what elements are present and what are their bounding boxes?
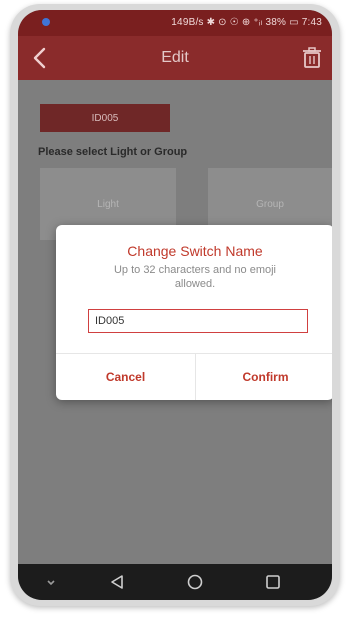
nav-recent-apps-icon[interactable] [264,573,282,591]
switch-name-input[interactable] [88,309,308,333]
notification-dot-icon [42,18,50,26]
switch-id-tab[interactable]: ID005 [40,104,170,132]
app-bar: Edit [18,36,332,80]
dialog-hint: Up to 32 characters and no emoji allowed… [113,264,277,290]
confirm-button[interactable]: Confirm [196,353,332,400]
system-nav-bar [18,564,332,600]
change-name-dialog: Change Switch Name Up to 32 characters a… [56,225,332,400]
nav-back-icon[interactable] [108,573,126,591]
phone-frame: 149B/s ✱ ⊙ ☉ ⊕ ⁺ᵢₗ 38% ▭ 7:43 Edit ID005… [10,4,340,606]
delete-button[interactable] [300,46,324,70]
cancel-button[interactable]: Cancel [56,353,195,400]
dialog-title: Change Switch Name [127,243,263,259]
screen: 149B/s ✱ ⊙ ☉ ⊕ ⁺ᵢₗ 38% ▭ 7:43 Edit ID005… [18,10,332,600]
page-title: Edit [161,49,189,66]
nav-home-icon[interactable] [186,573,204,591]
trash-icon [303,47,321,68]
status-bar: 149B/s ✱ ⊙ ☉ ⊕ ⁺ᵢₗ 38% ▭ 7:43 [18,10,332,36]
hide-keyboard-icon[interactable] [42,573,60,591]
select-instruction: Please select Light or Group [38,146,188,158]
status-indicators: 149B/s ✱ ⊙ ☉ ⊕ ⁺ᵢₗ 38% ▭ 7:43 [171,17,322,28]
